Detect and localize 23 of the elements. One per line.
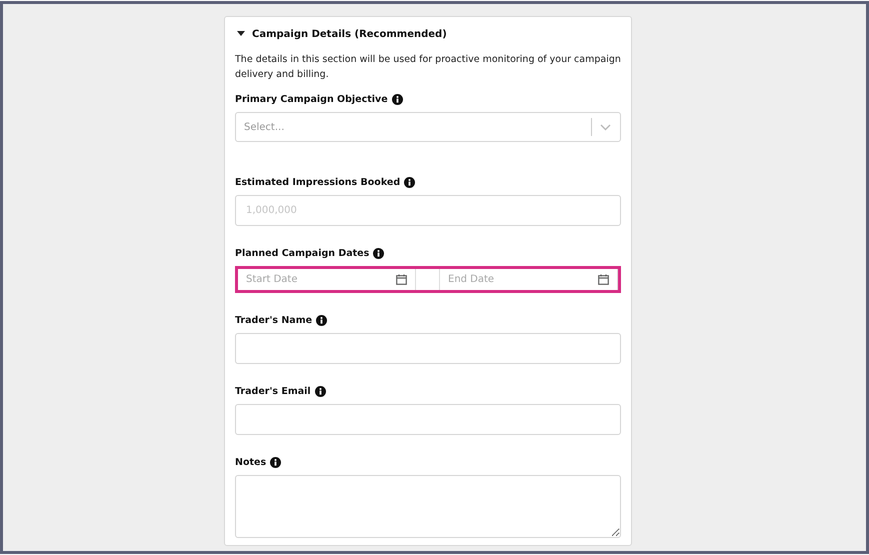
info-icon[interactable] — [314, 386, 326, 396]
info-icon[interactable] — [404, 176, 416, 188]
info-icon[interactable] — [392, 94, 403, 104]
field-label: Trader's Name — [235, 314, 312, 326]
field-label: Planned Campaign Dates — [235, 248, 370, 258]
input-field[interactable] — [235, 404, 621, 435]
caret-icon — [237, 31, 245, 37]
calendar-icon — [598, 274, 609, 285]
field-label: Notes — [235, 456, 266, 468]
field-label: Estimated Impressions Booked — [235, 176, 400, 188]
section-toggle[interactable]: Campaign Details (Recommended) — [235, 26, 447, 42]
field-label: Primary Campaign Objective — [235, 94, 388, 104]
field-label: Trader's Email — [235, 386, 311, 396]
section-description: The details in this section will be used for proactive monitoring of your campaign delivery and billing. — [235, 53, 621, 82]
info-icon[interactable] — [316, 314, 328, 326]
select-field[interactable]: Select... — [235, 112, 621, 142]
info-icon[interactable] — [373, 248, 384, 258]
calendar-icon — [396, 274, 407, 285]
notes-field[interactable] — [235, 475, 621, 538]
chevron-down-icon — [600, 124, 611, 130]
input-field[interactable] — [235, 333, 621, 364]
info-icon[interactable] — [270, 456, 282, 468]
input-field[interactable]: 1,000,000 — [235, 195, 621, 226]
